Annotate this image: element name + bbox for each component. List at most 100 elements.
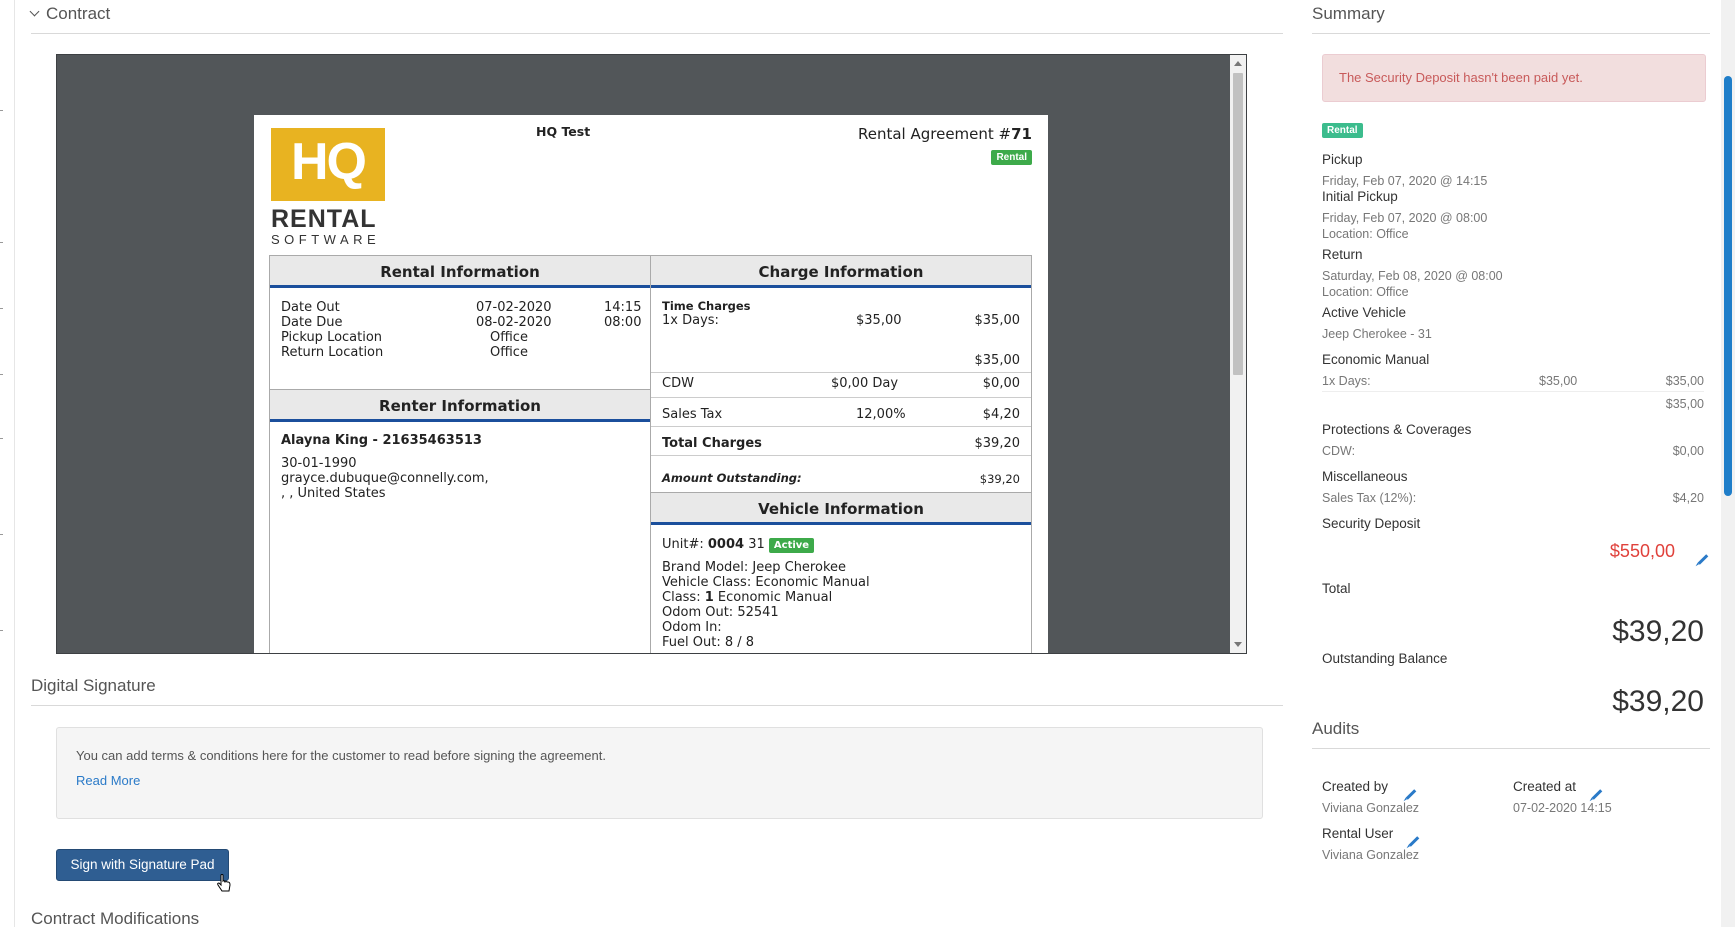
return-location-value: Office xyxy=(490,345,528,360)
scroll-down-arrow-icon[interactable] xyxy=(1234,642,1242,647)
edit-deposit-pencil-icon[interactable] xyxy=(1697,551,1709,569)
charge-info-header: Charge Information xyxy=(651,256,1031,288)
gutter-tick xyxy=(0,438,3,439)
summary-cdw-value: $0,00 xyxy=(1672,444,1704,458)
class-name: Economic Manual xyxy=(717,590,833,605)
return-location-label: Return Location xyxy=(281,345,384,360)
amount-outstanding-label: Amount Outstanding: xyxy=(662,471,802,485)
created-at-value: 07-02-2020 14:15 xyxy=(1513,801,1612,815)
protections-label: Protections & Coverages xyxy=(1322,422,1472,437)
gutter-tick xyxy=(0,308,3,309)
page-scroll-thumb[interactable] xyxy=(1724,76,1732,496)
created-by-label: Created by xyxy=(1322,779,1389,794)
security-deposit-alert: The Security Deposit hasn't been paid ye… xyxy=(1322,54,1706,102)
security-deposit-value: $550,00 xyxy=(1609,541,1675,561)
active-vehicle-value: Jeep Cherokee - 31 xyxy=(1322,327,1432,341)
renter-info-box: Renter Information xyxy=(269,389,651,653)
security-deposit-label: Security Deposit xyxy=(1322,516,1421,531)
agreement-number: 71 xyxy=(1011,125,1032,143)
return-location: Location: Office xyxy=(1322,285,1409,299)
agreement-label: Rental Agreement # xyxy=(857,125,1012,143)
created-at-label: Created at xyxy=(1513,779,1577,794)
vehicle-status-badge: Active xyxy=(768,538,815,553)
divider xyxy=(31,33,1283,34)
date-out-time: 14:15 xyxy=(604,300,642,315)
class-number: 1 xyxy=(704,590,714,605)
rental-user-value: Viviana Gonzalez xyxy=(1322,848,1420,862)
odom-out: Odom Out: 52541 xyxy=(662,605,779,620)
summary-class-subtotal: $35,00 xyxy=(1665,397,1704,411)
gutter-tick xyxy=(0,374,3,375)
date-due-label: Date Due xyxy=(281,315,343,330)
contract-modifications-title: Contract Modifications xyxy=(31,909,200,928)
divider xyxy=(651,455,1031,456)
pdf-scrollbar[interactable] xyxy=(1230,55,1246,653)
divider xyxy=(651,426,1031,427)
scroll-up-arrow-icon[interactable] xyxy=(1234,61,1242,66)
summary-cdw-label: CDW: xyxy=(1322,444,1356,458)
initial-pickup-value: Friday, Feb 07, 2020 @ 08:00 xyxy=(1322,211,1488,225)
renter-address: , , United States xyxy=(281,486,386,501)
divider xyxy=(651,372,1031,373)
terms-panel: You can add terms & conditions here for … xyxy=(56,727,1263,819)
renter-info-header: Renter Information xyxy=(270,390,650,422)
renter-name: Alayna King - 21635463513 xyxy=(281,433,482,448)
fuel-out: Fuel Out: 8 / 8 xyxy=(662,635,755,650)
initial-pickup-label: Initial Pickup xyxy=(1322,189,1398,204)
terms-text: You can add terms & conditions here for … xyxy=(76,748,606,763)
agreement-title: Rental Agreement #71 xyxy=(858,125,1032,143)
date-due-time: 08:00 xyxy=(604,315,642,330)
unit-suffix: 31 xyxy=(748,537,765,552)
cdw-rate: $0,00 Day xyxy=(831,376,899,391)
chevron-down-icon xyxy=(29,6,40,17)
pickup-value: Friday, Feb 07, 2020 @ 14:15 xyxy=(1322,174,1488,188)
total-label: Total xyxy=(1322,581,1351,596)
amount-outstanding-value: $39,20 xyxy=(979,472,1020,486)
return-value: Saturday, Feb 08, 2020 @ 08:00 xyxy=(1322,269,1503,283)
pickup-label: Pickup xyxy=(1322,152,1363,167)
created-by-value: Viviana Gonzalez xyxy=(1322,801,1420,815)
date-out-value: 07-02-2020 xyxy=(476,300,552,315)
contract-title: Contract xyxy=(46,4,111,23)
page-scrollbar[interactable] xyxy=(1721,0,1735,927)
summary-title: Summary xyxy=(1312,4,1385,23)
pickup-location-label: Pickup Location xyxy=(281,330,383,345)
pdf-viewer[interactable]: HQ RENTAL SOFTWARE HQ Test Rental Agreem… xyxy=(56,54,1247,654)
renter-email: grayce.dubuque@connelly.com, xyxy=(281,471,489,486)
digital-signature-title: Digital Signature xyxy=(31,676,156,695)
gutter-tick xyxy=(0,110,3,111)
summary-days-label: 1x Days: xyxy=(1322,374,1371,388)
divider xyxy=(1322,391,1704,392)
pdf-scroll-thumb[interactable] xyxy=(1233,73,1243,375)
summary-days-rate: $35,00 xyxy=(1539,374,1578,388)
read-more-link[interactable]: Read More xyxy=(76,773,140,788)
hand-cursor-icon xyxy=(217,874,231,892)
sign-with-signature-pad-button[interactable]: Sign with Signature Pad xyxy=(56,849,229,881)
charge-days-total: $35,00 xyxy=(974,313,1021,328)
initial-pickup-location: Location: Office xyxy=(1322,227,1409,241)
contract-header[interactable]: Contract xyxy=(29,4,111,24)
odom-in: Odom In: xyxy=(662,620,722,635)
audits-title: Audits xyxy=(1312,719,1360,738)
divider xyxy=(31,705,1283,706)
logo-rental-text: RENTAL xyxy=(271,205,377,233)
pickup-location-value: Office xyxy=(490,330,528,345)
time-charges-label: Time Charges xyxy=(662,299,751,313)
vehicle-brand: Brand Model: Jeep Cherokee xyxy=(662,560,846,575)
divider xyxy=(1312,33,1710,34)
vehicle-class-label: Economic Manual xyxy=(1322,352,1430,367)
divider xyxy=(651,397,1031,398)
return-label: Return xyxy=(1322,247,1363,262)
class-label: Class: xyxy=(662,590,701,605)
gutter-tick xyxy=(0,630,3,631)
left-gutter xyxy=(14,0,15,927)
date-out-label: Date Out xyxy=(281,300,340,315)
gutter-tick xyxy=(0,534,3,535)
total-charges-value: $39,20 xyxy=(974,436,1021,451)
tax-label: Sales Tax xyxy=(662,407,723,422)
logo-software-text: SOFTWARE xyxy=(271,232,381,247)
charge-days-label: 1x Days: xyxy=(662,313,719,328)
class-line: Class: 1 Economic Manual xyxy=(662,590,832,605)
summary-tax-label: Sales Tax (12%): xyxy=(1322,491,1417,505)
tax-total: $4,20 xyxy=(982,407,1020,422)
